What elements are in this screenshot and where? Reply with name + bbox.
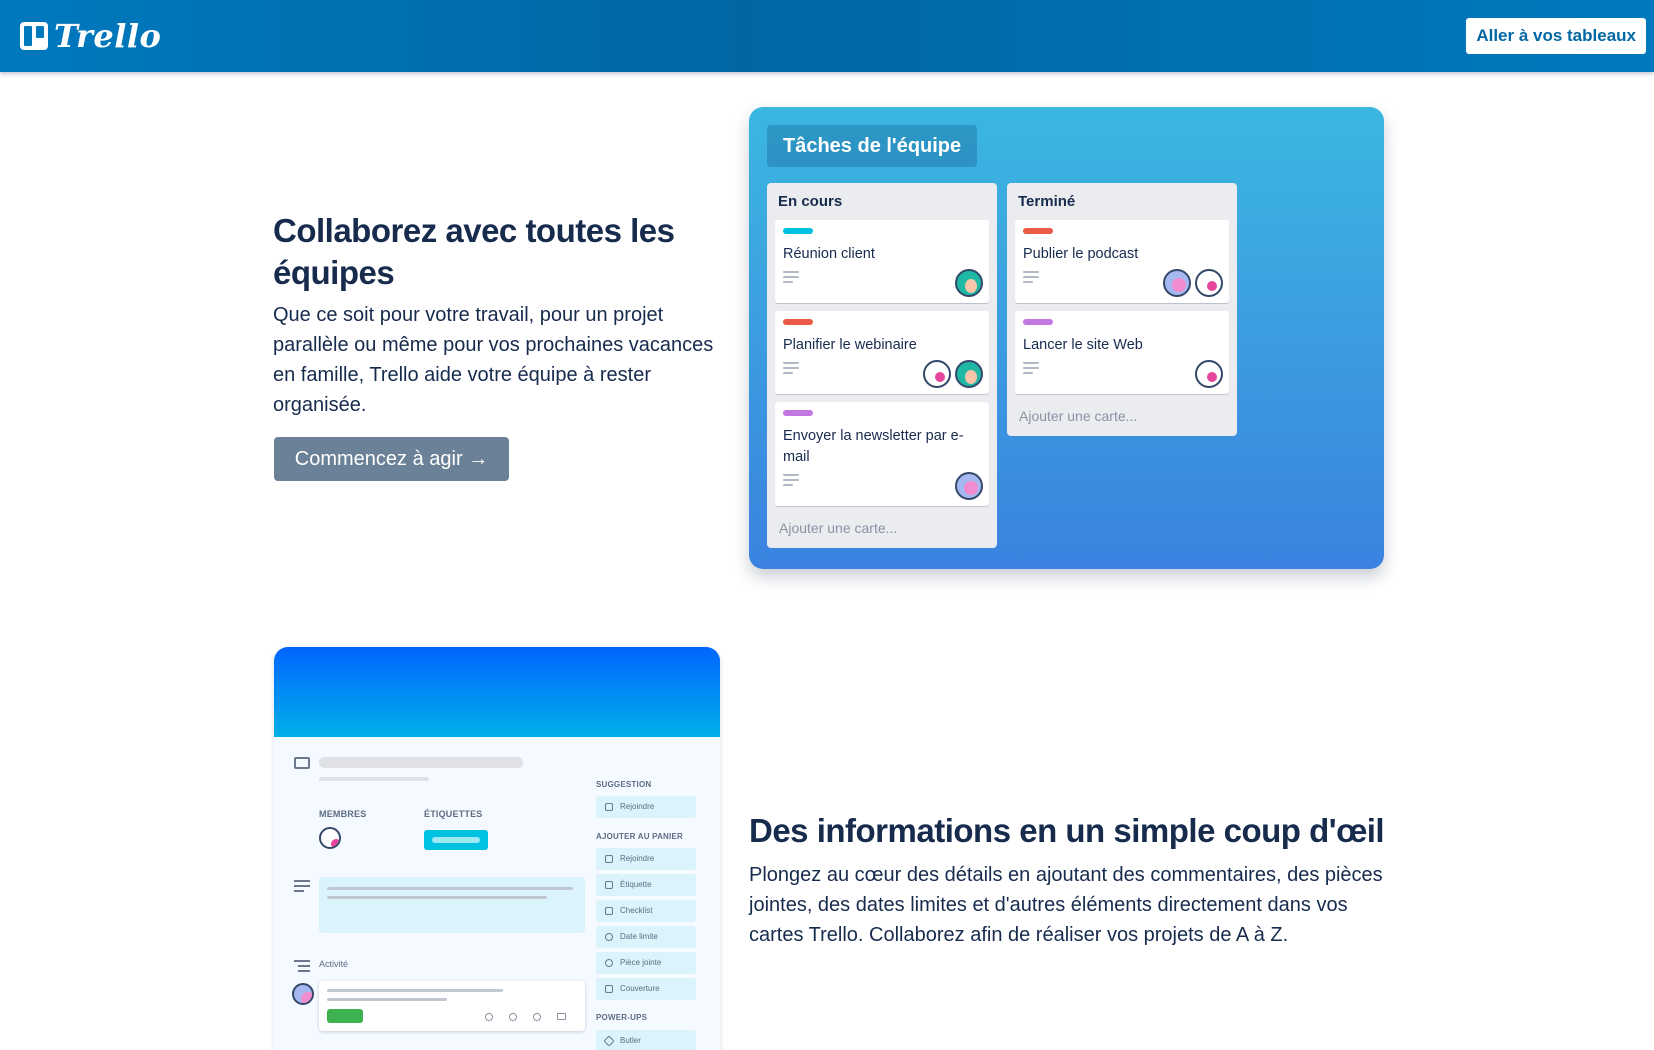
card-icon[interactable] [557, 1013, 566, 1020]
card-label [783, 410, 813, 416]
member-avatar [923, 360, 951, 388]
sidebar-butler[interactable]: Butler [596, 1030, 696, 1050]
card-publier-podcast[interactable]: Publier le podcast [1015, 220, 1229, 303]
card-title: Lancer le site Web [1023, 337, 1143, 353]
card-title: Envoyer la newsletter par e-mail [783, 428, 964, 465]
suggestion-label: SUGGESTION [596, 780, 652, 789]
comment-box[interactable] [319, 981, 585, 1031]
list-termine: Terminé Publier le podcast Lancer le sit… [1007, 183, 1237, 436]
add-to-card-label: AJOUTER AU PANIER [596, 832, 683, 841]
card-title: Publier le podcast [1023, 246, 1139, 262]
person-icon [605, 855, 613, 863]
description-icon [783, 271, 799, 283]
card-cover [274, 647, 720, 737]
tag-icon [605, 881, 613, 889]
save-comment-button[interactable] [327, 1009, 363, 1023]
member-avatar [292, 983, 314, 1005]
sidebar-attachment[interactable]: Pièce jointe [596, 952, 696, 974]
subtitle-placeholder [319, 777, 429, 781]
list-en-cours: En cours Réunion client Planifier le web… [767, 183, 997, 548]
card-title: Réunion client [783, 246, 875, 262]
card-label [783, 319, 813, 325]
trello-board-icon [20, 22, 48, 50]
card-detail-illustration: MEMBRES ÉTIQUETTES Activité SUGGESTION R… [274, 647, 720, 1050]
powerups-label: POWER-UPS [596, 1013, 648, 1022]
title-placeholder [319, 757, 523, 768]
card-envoyer-newsletter[interactable]: Envoyer la newsletter par e-mail [775, 402, 989, 506]
labels-label: ÉTIQUETTES [424, 809, 483, 819]
sidebar-checklist[interactable]: Checklist [596, 900, 696, 922]
paperclip-icon [605, 959, 613, 967]
card-label [1023, 228, 1053, 234]
description-box[interactable] [319, 877, 585, 933]
send-icon [603, 1035, 615, 1047]
get-started-button[interactable]: Commencez à agir → [274, 437, 509, 481]
description-icon [1023, 271, 1039, 283]
card-label-chip [424, 830, 488, 850]
section1-heading: Collaborez avec toutes les équipes [273, 212, 675, 291]
add-card-button[interactable]: Ajouter une carte... [1015, 402, 1229, 428]
team-board-illustration: Tâches de l'équipe En cours Réunion clie… [749, 107, 1384, 569]
person-icon [605, 803, 613, 811]
activity-label: Activité [319, 959, 349, 969]
members-label: MEMBRES [319, 809, 367, 819]
mention-icon[interactable] [509, 1013, 517, 1021]
add-card-button[interactable]: Ajouter une carte... [775, 514, 989, 540]
trello-logo[interactable]: Trello [20, 16, 161, 56]
sidebar-join-suggestion[interactable]: Rejoindre [596, 796, 696, 818]
member-avatar [955, 472, 983, 500]
member-avatar [1195, 360, 1223, 388]
sidebar-join[interactable]: Rejoindre [596, 848, 696, 870]
sidebar-cover[interactable]: Couverture [596, 978, 696, 1000]
member-avatar [1163, 269, 1191, 297]
card-lancer-site-web[interactable]: Lancer le site Web [1015, 311, 1229, 394]
card-title: Planifier le webinaire [783, 337, 917, 353]
list-title: En cours [778, 193, 843, 210]
card-label [783, 228, 813, 234]
board-title[interactable]: Tâches de l'équipe [767, 125, 978, 167]
top-navigation-bar: Trello Aller à vos tableaux [0, 0, 1654, 72]
card-planifier-webinaire[interactable]: Planifier le webinaire [775, 311, 989, 394]
description-icon [783, 362, 799, 374]
member-avatar [1195, 269, 1223, 297]
card-title-icon [294, 757, 310, 769]
cover-icon [605, 985, 613, 993]
description-icon [294, 880, 310, 892]
activity-icon [294, 960, 310, 972]
section2-heading: Des informations en un simple coup d'œil [749, 812, 1385, 849]
member-avatar [319, 827, 341, 849]
sidebar-due-date[interactable]: Date limite [596, 926, 696, 948]
member-avatar [955, 360, 983, 388]
description-icon [1023, 362, 1039, 374]
go-to-boards-button[interactable]: Aller à vos tableaux [1466, 18, 1646, 54]
clock-icon [605, 933, 613, 941]
card-label [1023, 319, 1053, 325]
list-title: Terminé [1018, 193, 1076, 210]
section2-description: Plongez au cœur des détails en ajoutant … [749, 864, 1383, 946]
sidebar-label[interactable]: Étiquette [596, 874, 696, 896]
checklist-icon [605, 907, 613, 915]
card-reunion-client[interactable]: Réunion client [775, 220, 989, 303]
logo-wordmark: Trello [54, 17, 162, 55]
description-icon [783, 474, 799, 486]
member-avatar [955, 269, 983, 297]
attachment-icon[interactable] [485, 1013, 493, 1021]
emoji-icon[interactable] [533, 1013, 541, 1021]
section1-description: Que ce soit pour votre travail, pour un … [273, 304, 714, 416]
